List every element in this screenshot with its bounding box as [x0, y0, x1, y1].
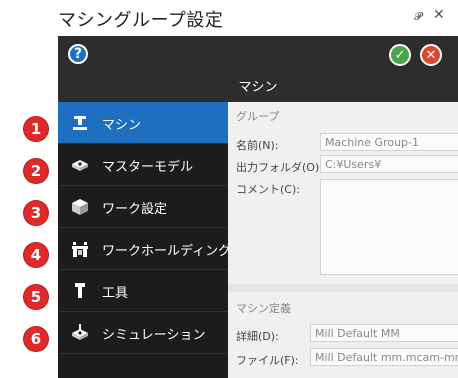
output-folder-label: 出力フォルダ(O): [236, 161, 323, 174]
panel-title: マシングループ設定 [58, 10, 224, 31]
sidebar-item-label: シミュレーション [102, 328, 206, 343]
master-model-icon [70, 155, 90, 175]
ok-button[interactable]: ✓ [389, 44, 411, 66]
step-badge-2: 2 [24, 159, 48, 183]
step-badge-5: 5 [24, 285, 48, 309]
section-divider [228, 284, 458, 292]
file-input[interactable]: Mill Default mm.mcam-mmd [310, 348, 458, 366]
machine-settings-panel: グループ 名前(N): Machine Group-1 出力フォルダ(O): C… [228, 102, 458, 378]
machine-def-section-title: マシン定義 [236, 302, 291, 315]
comment-textarea[interactable] [320, 179, 458, 275]
sidebar-item-label: ワーク設定 [102, 202, 168, 217]
group-section-title: グループ [236, 110, 280, 123]
sidebar-item-label: マスターモデル [102, 160, 194, 175]
close-icon[interactable]: ✕ [433, 7, 445, 23]
tool-icon [70, 281, 90, 301]
simulation-icon [70, 323, 90, 343]
sidebar-item-label: ワークホールディング [102, 244, 232, 259]
detail-label: 詳細(D): [236, 330, 279, 343]
panel-titlebar: マシングループ設定 𝓟 ✕ [0, 0, 458, 36]
step-badge-6: 6 [24, 327, 48, 351]
sidebar-item-simulation[interactable]: シミュレーション [58, 312, 228, 354]
help-button[interactable]: ? [68, 44, 88, 64]
workholding-icon [70, 239, 90, 259]
sidebar: マシン マスターモデル ワーク設定 ワークホールディング 工具 シミュレーション [58, 102, 232, 378]
step-badge-4: 4 [24, 243, 48, 267]
step-badge-3: 3 [24, 201, 48, 225]
file-label: ファイル(F): [236, 354, 299, 367]
machine-icon [70, 113, 90, 133]
output-folder-input[interactable]: C:¥Users¥ [320, 155, 458, 173]
page-title: マシン [238, 80, 278, 95]
sidebar-item-machine[interactable]: マシン [58, 102, 228, 144]
pin-icon[interactable]: 𝓟 [414, 10, 422, 24]
sidebar-item-master-model[interactable]: マスターモデル [58, 144, 228, 186]
stock-setup-icon [70, 197, 90, 217]
dialog-header: ? ✓ ✕ マシン [58, 36, 458, 102]
cancel-button[interactable]: ✕ [420, 44, 442, 66]
name-label: 名前(N): [236, 139, 279, 152]
sidebar-item-label: マシン [102, 118, 142, 133]
name-input[interactable]: Machine Group-1 [320, 133, 458, 151]
sidebar-item-workholding[interactable]: ワークホールディング [58, 228, 232, 270]
detail-input[interactable]: Mill Default MM [310, 324, 458, 342]
sidebar-item-stock-setup[interactable]: ワーク設定 [58, 186, 228, 228]
sidebar-item-label: 工具 [102, 286, 129, 301]
sidebar-item-tool[interactable]: 工具 [58, 270, 228, 312]
step-badge-1: 1 [24, 117, 48, 141]
machine-group-dialog: ? ✓ ✕ マシン マシン マスターモデル ワーク設定 ワークホールディング 工… [58, 36, 458, 378]
comment-label: コメント(C): [236, 183, 300, 196]
